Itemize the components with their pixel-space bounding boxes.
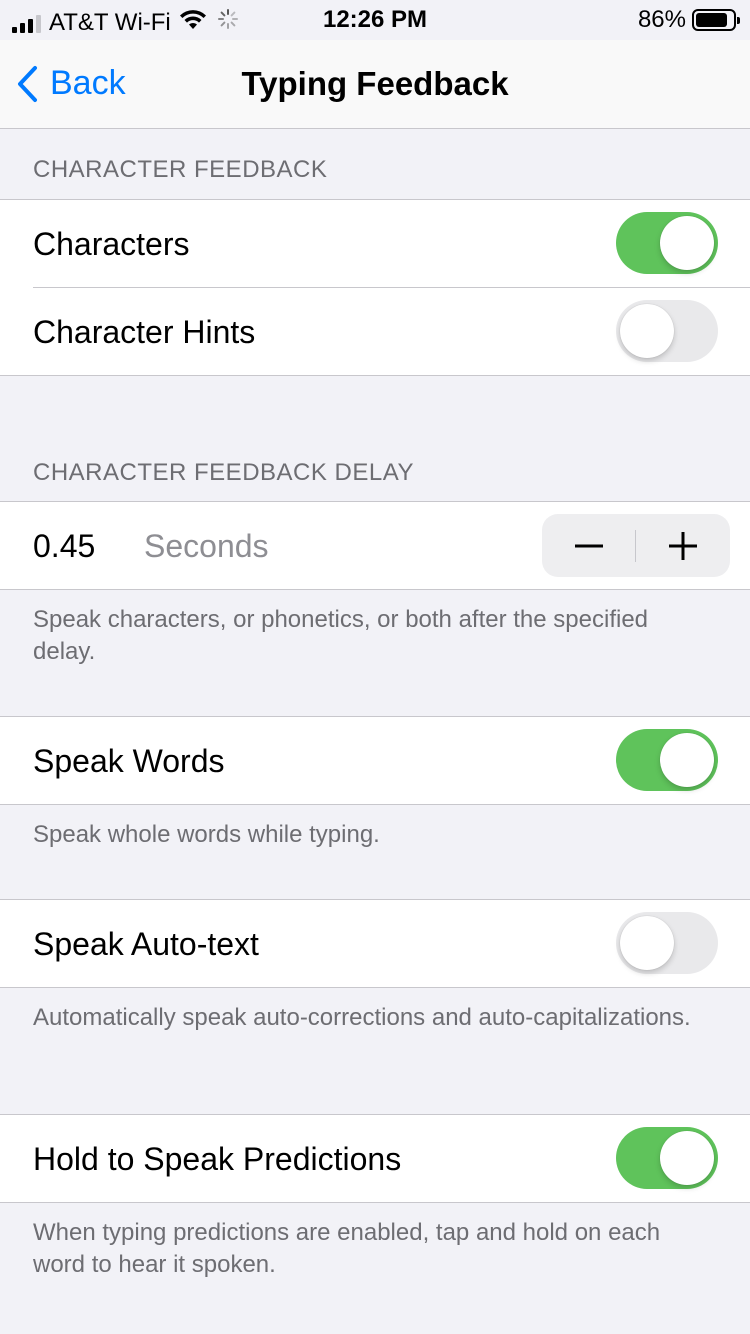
hold-predictions-footer: When typing predictions are enabled, tap… (33, 1219, 661, 1278)
delay-value: 0.45 (33, 528, 96, 564)
battery-fill (696, 13, 727, 27)
speak-autotext-row: Speak Auto-text (0, 900, 750, 987)
decrement-button[interactable] (542, 514, 636, 577)
delay-unit: Seconds (144, 528, 269, 564)
speak-words-toggle[interactable] (616, 729, 718, 791)
characters-toggle[interactable] (616, 212, 718, 274)
status-right: 86% (637, 6, 740, 34)
hold-predictions-row: Hold to Speak Predictions (0, 1115, 750, 1202)
battery-icon (692, 9, 740, 31)
navigation-bar: Back Typing Feedback (0, 40, 750, 129)
section-header-character-feedback: CHARACTER FEEDBACK (33, 156, 328, 183)
speak-autotext-group: Speak Auto-text (0, 899, 750, 988)
speak-autotext-label: Speak Auto-text (33, 926, 259, 962)
hold-predictions-toggle[interactable] (616, 1127, 718, 1189)
delay-row: 0.45 Seconds (0, 502, 750, 589)
speak-words-group: Speak Words (0, 716, 750, 805)
speak-words-label: Speak Words (33, 743, 225, 779)
battery-percent: 86% (637, 6, 686, 33)
delay-stepper (542, 514, 730, 577)
characters-label: Characters (33, 226, 190, 262)
hold-predictions-label: Hold to Speak Predictions (33, 1141, 402, 1177)
delay-footer: Speak characters, or phonetics, or both … (33, 606, 649, 665)
speak-words-row: Speak Words (0, 717, 750, 804)
character-hints-label: Character Hints (33, 314, 256, 350)
character-feedback-group: Characters Character Hints (0, 199, 750, 376)
characters-row: Characters (0, 200, 750, 287)
speak-autotext-footer: Automatically speak auto-corrections and… (33, 1004, 691, 1031)
plus-icon (669, 531, 697, 560)
section-header-feedback-delay: CHARACTER FEEDBACK DELAY (33, 459, 414, 486)
hold-predictions-group: Hold to Speak Predictions (0, 1114, 750, 1203)
status-bar: AT&T Wi-Fi 12:26 PM 86% (0, 0, 750, 40)
delay-group: 0.45 Seconds (0, 501, 750, 590)
character-hints-row: Character Hints (33, 287, 750, 375)
page-title: Typing Feedback (241, 65, 509, 102)
speak-autotext-toggle[interactable] (616, 912, 718, 974)
minus-icon (575, 544, 603, 547)
increment-button[interactable] (636, 514, 730, 577)
speak-words-footer: Speak whole words while typing. (33, 821, 380, 848)
character-hints-toggle[interactable] (616, 300, 718, 362)
